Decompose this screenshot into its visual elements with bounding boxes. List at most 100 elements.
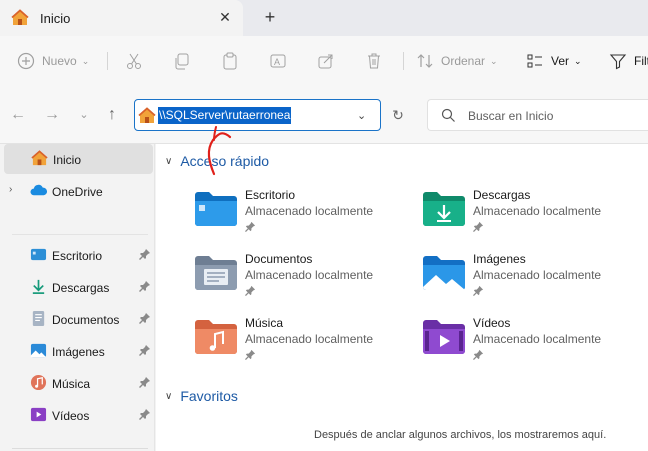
item-name: Descargas — [473, 188, 531, 202]
copy-icon — [175, 53, 189, 70]
sidebar-item-escritorio[interactable]: Escritorio — [0, 240, 155, 270]
quick-item-musica[interactable]: Música Almacenado localmente — [194, 315, 414, 375]
pictures-folder-icon — [423, 256, 465, 290]
trash-icon — [368, 53, 380, 69]
pin-icon[interactable] — [139, 312, 151, 324]
sidebar-item-descargas[interactable]: Descargas — [0, 272, 155, 302]
pin-icon[interactable] — [139, 280, 151, 292]
desktop-folder-icon — [195, 192, 237, 226]
address-input-text[interactable]: \\SQLServer\rutaerronea — [158, 107, 292, 124]
pin-icon[interactable] — [139, 408, 151, 420]
copy-button[interactable] — [173, 48, 191, 74]
item-location: Almacenado localmente — [245, 268, 374, 282]
section-title: Favoritos — [180, 388, 238, 404]
item-name: Escritorio — [245, 188, 296, 202]
navigation-pane: Inicio › OneDrive Escritorio Descargas D… — [0, 144, 155, 451]
new-button[interactable]: Nuevo ⌄ — [17, 48, 89, 74]
chevron-down-icon: ⌄ — [490, 55, 498, 66]
documents-folder-icon — [195, 256, 237, 290]
home-icon — [11, 9, 29, 25]
sort-button[interactable]: Ordenar ⌄ — [416, 48, 498, 74]
tab-bar: Inicio ✕ + — [0, 0, 648, 36]
search-icon — [441, 108, 455, 122]
cloud-icon — [30, 184, 47, 196]
videos-folder-icon — [423, 320, 465, 354]
view-list-icon — [527, 54, 542, 68]
item-location: Almacenado localmente — [245, 204, 374, 218]
search-box[interactable]: Buscar en Inicio — [427, 99, 648, 131]
pin-icon[interactable] — [139, 248, 151, 260]
command-bar: Nuevo ⌄ A Ordenar ⌄ Ver ⌄ Fil — [0, 36, 648, 86]
forward-button[interactable]: → — [42, 105, 62, 125]
desktop-folder-icon — [30, 248, 47, 261]
refresh-button[interactable]: ↻ — [386, 103, 410, 127]
sidebar-item-documentos[interactable]: Documentos — [0, 304, 155, 334]
sidebar-item-label: Escritorio — [52, 249, 103, 263]
cut-button[interactable] — [125, 48, 143, 74]
up-button[interactable]: ↑ — [102, 105, 122, 125]
rename-icon: A — [270, 54, 286, 68]
filter-icon — [609, 54, 627, 70]
chevron-right-icon[interactable]: › — [9, 184, 12, 195]
item-name: Música — [245, 316, 284, 330]
new-tab-button[interactable]: + — [259, 7, 281, 29]
pin-icon — [473, 349, 484, 360]
sidebar-item-label: Descargas — [52, 281, 110, 295]
tab-title: Inicio — [40, 11, 71, 26]
separator — [107, 52, 108, 70]
quick-access-header[interactable]: ∨ Acceso rápido — [165, 153, 269, 169]
clipboard-icon — [223, 52, 237, 70]
scissors-icon — [127, 53, 141, 69]
tab-inicio[interactable]: Inicio ✕ — [0, 0, 243, 36]
pin-icon — [473, 285, 484, 296]
plus-circle-icon — [17, 52, 35, 70]
filter-button[interactable]: Filt — [609, 48, 648, 74]
share-button[interactable] — [317, 48, 335, 74]
divider — [12, 448, 148, 449]
paste-button[interactable] — [221, 48, 239, 74]
chevron-down-icon: ∨ — [165, 390, 173, 402]
sidebar-item-musica[interactable]: Música — [0, 368, 155, 398]
sidebar-item-label: Vídeos — [52, 409, 90, 423]
pin-icon[interactable] — [139, 376, 151, 388]
pin-icon — [245, 349, 256, 360]
address-row: ← → ⌄ ↑ \\SQLServer\rutaerronea ⌄ ↻ Busc… — [0, 86, 648, 144]
rename-button[interactable]: A — [269, 48, 287, 74]
sidebar-item-inicio[interactable]: Inicio — [4, 144, 153, 174]
pin-icon — [245, 221, 256, 232]
sidebar-item-label: Documentos — [52, 313, 120, 327]
section-title: Acceso rápido — [180, 153, 270, 169]
sidebar-item-onedrive[interactable]: › OneDrive — [0, 176, 155, 206]
back-button[interactable]: ← — [8, 105, 28, 125]
quick-item-documentos[interactable]: Documentos Almacenado localmente — [194, 251, 414, 311]
share-icon — [318, 54, 333, 69]
sort-label: Ordenar — [441, 54, 486, 68]
divider — [12, 234, 148, 235]
pin-icon[interactable] — [139, 344, 151, 356]
sidebar-item-label: Inicio — [53, 153, 82, 167]
item-name: Imágenes — [473, 252, 526, 266]
home-icon — [31, 150, 48, 166]
quick-item-imagenes[interactable]: Imágenes Almacenado localmente — [422, 251, 642, 311]
view-button[interactable]: Ver ⌄ — [526, 48, 582, 74]
view-label: Ver — [551, 54, 570, 68]
address-dropdown-icon[interactable]: ⌄ — [357, 109, 366, 122]
recent-locations-button[interactable]: ⌄ — [74, 105, 94, 125]
quick-item-escritorio[interactable]: Escritorio Almacenado localmente — [194, 187, 414, 247]
document-icon — [32, 310, 45, 327]
home-icon — [138, 107, 156, 123]
downloads-folder-icon — [423, 192, 465, 226]
item-name: Vídeos — [473, 316, 511, 330]
delete-button[interactable] — [365, 48, 383, 74]
sidebar-item-imagenes[interactable]: Imágenes — [0, 336, 155, 366]
video-icon — [30, 407, 47, 422]
close-tab-icon[interactable]: ✕ — [216, 8, 234, 26]
search-placeholder: Buscar en Inicio — [468, 109, 554, 123]
sidebar-item-label: Música — [52, 377, 91, 391]
quick-item-descargas[interactable]: Descargas Almacenado localmente — [422, 187, 642, 247]
favorites-header[interactable]: ∨ Favoritos — [165, 388, 238, 404]
address-bar[interactable]: \\SQLServer\rutaerronea ⌄ — [134, 99, 381, 131]
quick-item-videos[interactable]: Vídeos Almacenado localmente — [422, 315, 642, 375]
pin-icon — [245, 285, 256, 296]
sidebar-item-videos[interactable]: Vídeos — [0, 400, 155, 430]
